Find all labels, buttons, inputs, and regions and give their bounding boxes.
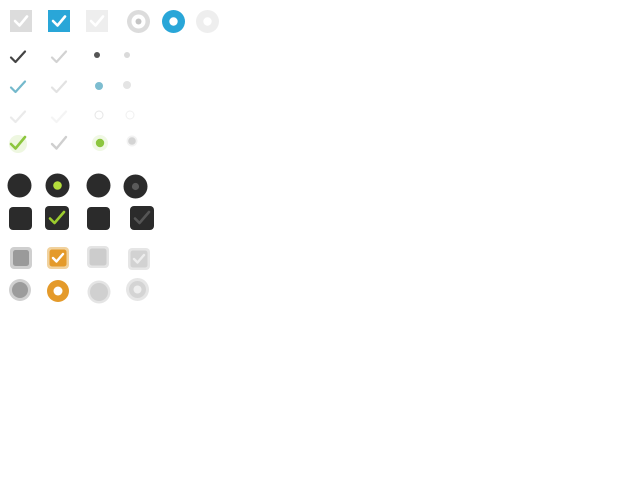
minimal-green-dot-light[interactable] — [126, 135, 138, 147]
dark-radio-disabled[interactable] — [86, 173, 111, 198]
orange-radio-disabled[interactable] — [87, 280, 111, 304]
minimal-green-dot[interactable] — [91, 134, 109, 152]
minimal-white-dot-light[interactable] — [125, 110, 135, 120]
flat-checkbox-disabled[interactable] — [86, 10, 108, 32]
minimal-aero-checkmark[interactable] — [9, 79, 27, 95]
orange-radio-disabled-checked[interactable] — [126, 278, 149, 301]
minimal-dark-checkmark-light[interactable] — [50, 49, 68, 65]
flat-checkbox-unchecked[interactable] — [10, 10, 32, 32]
flat-radio-unchecked[interactable] — [127, 10, 150, 33]
minimal-dark-dot-light[interactable] — [123, 51, 131, 59]
orange-checkbox-unchecked[interactable] — [10, 247, 32, 269]
flat-checkbox-checked[interactable] — [48, 10, 70, 32]
minimal-dark-dot[interactable] — [93, 51, 101, 59]
flat-radio-checked[interactable] — [162, 10, 185, 33]
dark-radio-disabled-checked[interactable] — [123, 174, 148, 199]
dark-radio-unchecked[interactable] — [7, 173, 32, 198]
minimal-white-checkmark[interactable] — [9, 109, 27, 125]
flat-radio-disabled[interactable] — [196, 10, 219, 33]
minimal-green-checkmark-light[interactable] — [50, 134, 68, 152]
orange-checkbox-checked[interactable] — [47, 247, 69, 269]
minimal-aero-checkmark-light[interactable] — [50, 79, 68, 95]
control-skins-canvas — [0, 0, 640, 480]
dark-radio-checked[interactable] — [45, 173, 70, 198]
dark-checkbox-disabled[interactable] — [87, 207, 110, 230]
dark-checkbox-disabled-checked[interactable] — [130, 206, 154, 230]
minimal-white-checkmark-light[interactable] — [50, 109, 68, 125]
dark-checkbox-unchecked[interactable] — [9, 207, 32, 230]
orange-checkbox-disabled[interactable] — [87, 246, 109, 268]
minimal-dark-checkmark[interactable] — [9, 49, 27, 65]
orange-checkbox-disabled-checked[interactable] — [128, 248, 150, 270]
orange-radio-unchecked[interactable] — [9, 279, 31, 301]
orange-radio-checked[interactable] — [47, 280, 69, 302]
minimal-white-dot[interactable] — [94, 110, 104, 120]
minimal-aero-dot-light[interactable] — [122, 80, 132, 90]
minimal-aero-dot[interactable] — [94, 81, 104, 91]
dark-checkbox-checked[interactable] — [45, 206, 69, 230]
minimal-green-checkmark[interactable] — [8, 133, 30, 153]
